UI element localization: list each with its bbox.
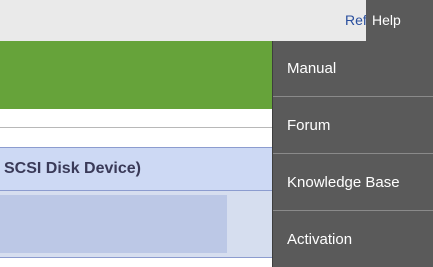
- help-dropdown-menu: Manual Forum Knowledge Base Activation: [272, 41, 433, 267]
- menu-item-activation[interactable]: Activation: [273, 212, 433, 267]
- menu-item-manual[interactable]: Manual: [273, 41, 433, 97]
- disk-usage-bar: [0, 195, 227, 253]
- help-menu-button[interactable]: Help: [366, 0, 433, 41]
- menu-item-knowledge-base[interactable]: Knowledge Base: [273, 155, 433, 211]
- disk-title: SCSI Disk Device): [4, 160, 141, 177]
- top-bar: Refresh Help: [0, 0, 433, 41]
- menu-item-forum[interactable]: Forum: [273, 98, 433, 154]
